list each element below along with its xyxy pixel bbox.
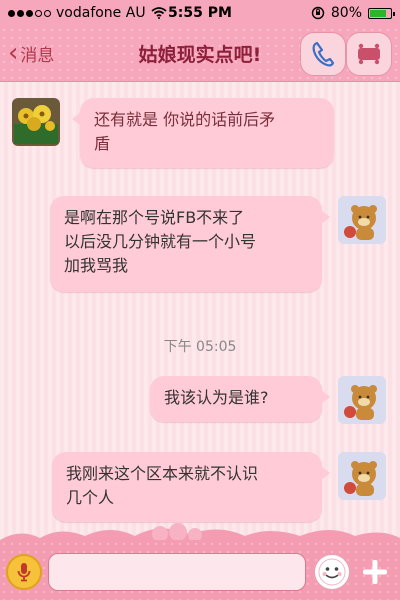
message-text: 加我骂我 (64, 256, 129, 275)
message-text: 是啊在那个号说FB不来了 (64, 208, 245, 227)
contact-avatar[interactable] (12, 98, 60, 146)
emoji-button[interactable] (314, 554, 350, 590)
battery-fill (370, 9, 386, 17)
wifi-icon (150, 7, 167, 19)
input-bar (0, 540, 400, 600)
message-text: 我该认为是谁? (164, 388, 269, 407)
my-avatar[interactable] (338, 196, 386, 244)
contact-card-icon (358, 43, 380, 65)
chat-area[interactable]: 还有就是 你说的话前后矛 盾 是啊在那个号说FB不来了 以后没几分钟就有一个小号… (0, 82, 400, 542)
message-input[interactable] (48, 553, 306, 591)
smiley-icon (318, 558, 346, 586)
bear-avatar-image (338, 196, 386, 244)
message-bubble-outgoing[interactable]: 我刚来这个区本来就不认识 几个人 (52, 452, 330, 522)
profile-button[interactable] (346, 32, 392, 76)
message-bubble-outgoing[interactable]: 我该认为是谁? (150, 376, 330, 422)
phone-icon (312, 41, 335, 67)
status-right: 80% (311, 5, 395, 21)
orientation-lock-icon (311, 6, 325, 20)
message-text: 以后没几分钟就有一个小号 (64, 232, 257, 251)
message-bubble-incoming[interactable]: 还有就是 你说的话前后矛 盾 (72, 98, 334, 168)
battery-icon (368, 7, 395, 19)
message-text: 我刚来这个区本来就不认识 (66, 464, 259, 483)
carrier-label: vodafone AU (56, 5, 146, 21)
bear-avatar-image (338, 376, 386, 424)
my-avatar[interactable] (338, 452, 386, 500)
message-text: 盾 (94, 134, 111, 153)
message-text: 几个人 (66, 488, 115, 507)
timestamp: 下午 05:05 (163, 339, 237, 355)
status-bar: vodafone AU 5:55 PM 80% (0, 0, 400, 26)
bear-avatar-image (338, 452, 386, 500)
battery-percent: 80% (330, 5, 362, 21)
flower-avatar-image (12, 98, 60, 146)
nav-bar: ‹ 消息 姑娘现实点吧! (0, 26, 400, 82)
add-attachment-button[interactable] (356, 552, 394, 592)
status-left: vodafone AU (8, 5, 168, 21)
my-avatar[interactable] (338, 376, 386, 424)
microphone-icon (17, 563, 31, 582)
voice-input-button[interactable] (6, 554, 42, 590)
call-button[interactable] (300, 32, 346, 76)
message-text: 还有就是 你说的话前后矛 (94, 110, 276, 129)
plus-icon (363, 560, 387, 584)
signal-dots-icon (8, 9, 51, 17)
message-bubble-outgoing[interactable]: 是啊在那个号说FB不来了 以后没几分钟就有一个小号 加我骂我 (50, 196, 330, 292)
